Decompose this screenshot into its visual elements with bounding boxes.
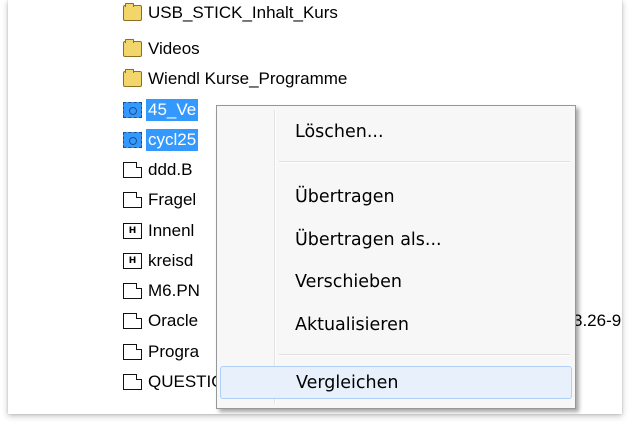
- html-file-icon: H: [123, 252, 142, 269]
- image-file-icon: [123, 101, 142, 118]
- menu-item-vergleichen[interactable]: Vergleichen: [220, 366, 572, 399]
- menu-item-label: Übertragen: [295, 186, 395, 207]
- list-item-label: Progra: [148, 341, 200, 361]
- image-file-icon: [123, 131, 142, 148]
- oracle-filename-suffix: 3.26-98: [573, 311, 622, 330]
- context-menu: Löschen... Übertragen Übertragen als... …: [216, 105, 576, 409]
- menu-item-label: Vergleichen: [296, 372, 399, 393]
- file-icon: [123, 312, 142, 329]
- menu-item-verschieben[interactable]: Verschieben: [220, 265, 572, 298]
- list-item-label: cycl25: [146, 128, 199, 151]
- list-item-label: Innenl: [148, 220, 195, 240]
- file-icon: [123, 282, 142, 299]
- menu-separator: [279, 354, 570, 356]
- menu-item-aktualisieren[interactable]: Aktualisieren: [220, 308, 572, 341]
- menu-item-label: Übertragen als...: [295, 229, 442, 250]
- list-item[interactable]: Wiendl Kurse_Programme: [123, 66, 349, 91]
- menu-item-loeschen[interactable]: Löschen...: [220, 115, 572, 148]
- html-file-icon: H: [123, 222, 142, 239]
- list-item[interactable]: Fragel: [123, 187, 198, 212]
- list-item[interactable]: M6.PN: [123, 278, 202, 303]
- menu-item-uebertragen[interactable]: Übertragen: [220, 180, 572, 213]
- menu-item-label: Aktualisieren: [295, 314, 409, 335]
- menu-item-label: Verschieben: [295, 271, 402, 292]
- menu-icon-gutter: [274, 110, 276, 404]
- list-item-label: Wiendl Kurse_Programme: [148, 68, 348, 88]
- menu-separator: [279, 161, 570, 163]
- folder-icon: [123, 2, 142, 21]
- list-item[interactable]: Progra: [123, 339, 201, 364]
- list-item-label: kreisd: [148, 250, 194, 270]
- list-item[interactable]: ddd.B: [123, 157, 194, 182]
- list-item-label: Oracle: [148, 310, 199, 330]
- file-icon: [123, 373, 142, 390]
- list-item-label: Videos: [148, 38, 200, 58]
- menu-item-uebertragen-als[interactable]: Übertragen als...: [220, 223, 572, 256]
- file-browser-window: USB_STICK_Inhalt_Kurs Videos Wiendl Kurs…: [8, 0, 622, 414]
- menu-item-label: Löschen...: [295, 121, 384, 142]
- file-icon: [123, 343, 142, 360]
- list-item[interactable]: Videos: [123, 36, 202, 61]
- file-icon: [123, 161, 142, 178]
- list-item[interactable]: USB_STICK_Inhalt_Kurs: [123, 0, 340, 25]
- list-item-label: M6.PN: [148, 280, 200, 300]
- list-item[interactable]: H Innenl: [123, 218, 196, 243]
- list-item-selected[interactable]: 45_Ve: [123, 97, 199, 122]
- list-item-selected[interactable]: cycl25: [123, 127, 199, 152]
- list-item-label: ddd.B: [148, 159, 193, 179]
- list-item[interactable]: Oracle: [123, 308, 200, 333]
- folder-icon: [123, 38, 142, 57]
- folder-icon: [123, 68, 142, 87]
- list-item-label: USB_STICK_Inhalt_Kurs: [148, 2, 338, 22]
- list-item[interactable]: H kreisd: [123, 248, 195, 273]
- list-item-label: Fragel: [148, 189, 197, 209]
- list-item-label: 45_Ve: [146, 98, 199, 121]
- file-icon: [123, 191, 142, 208]
